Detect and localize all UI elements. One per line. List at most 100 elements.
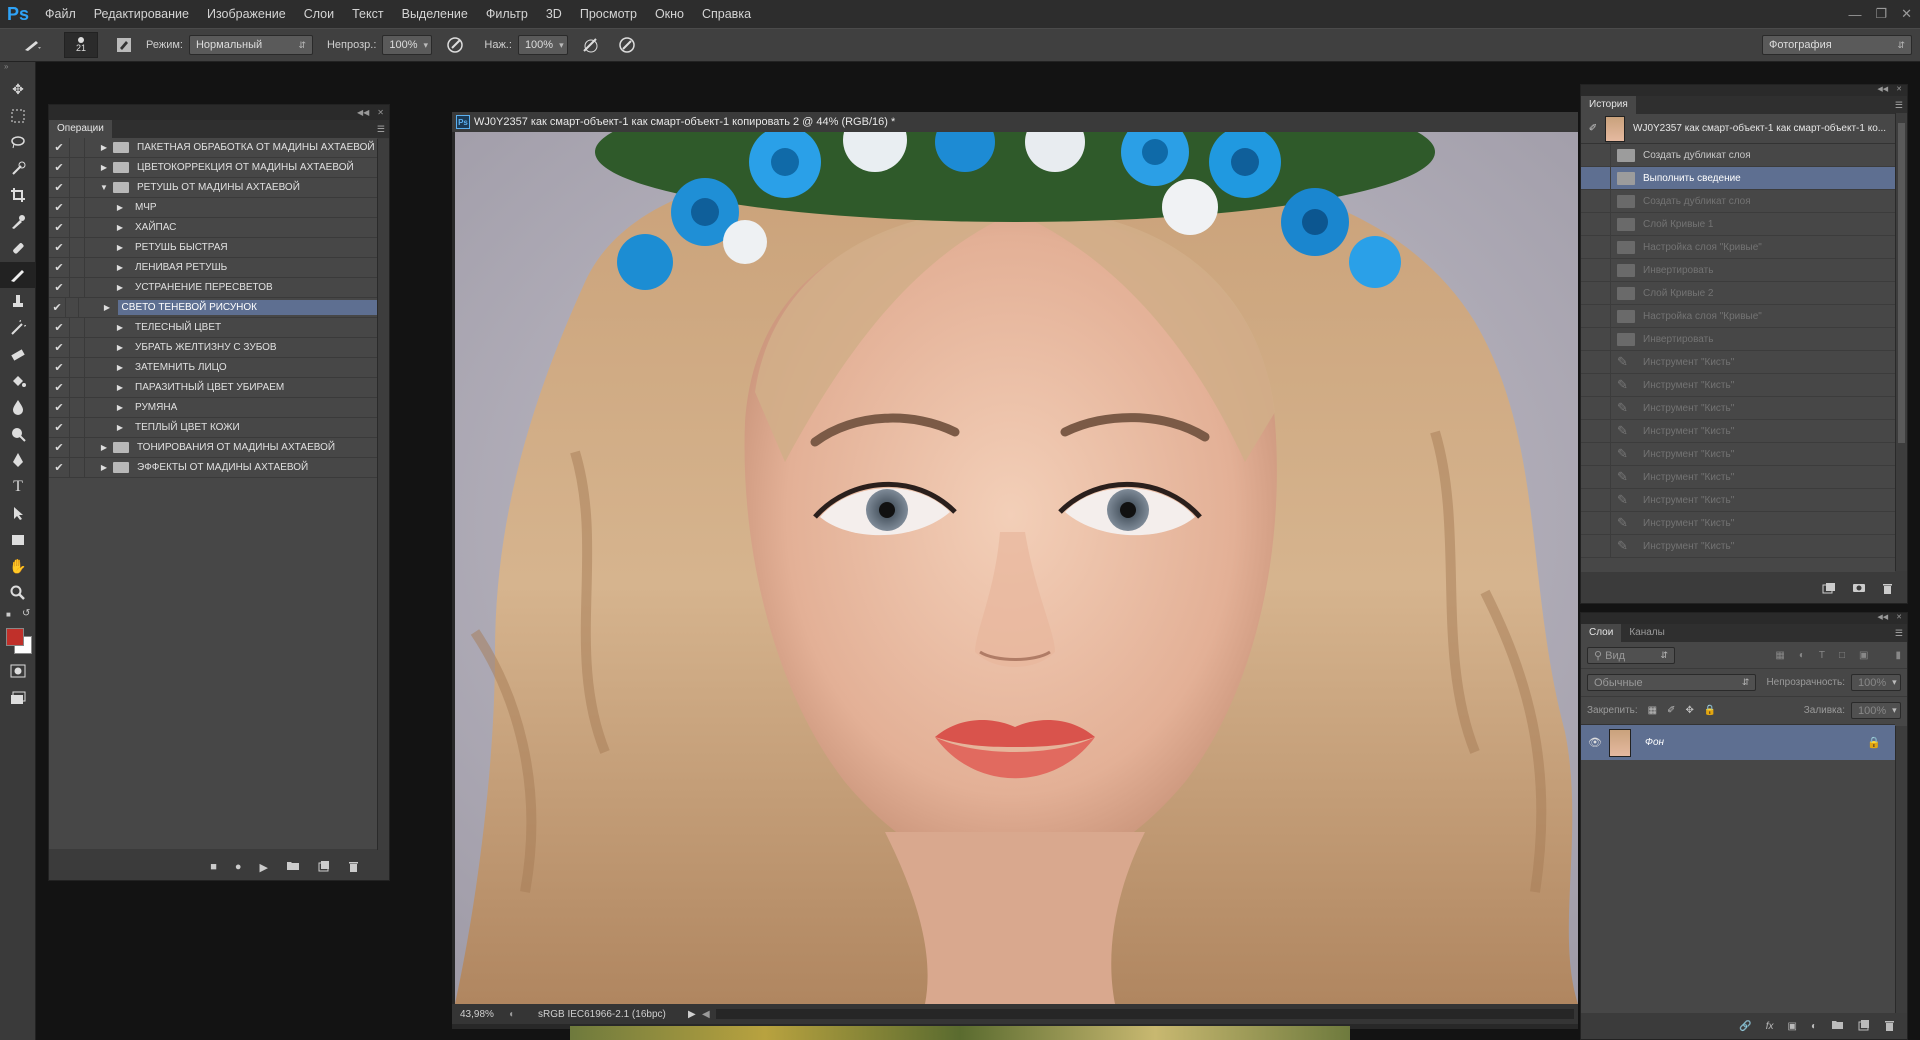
toggle-check-icon[interactable]: ✔ [49,181,69,194]
menu-item[interactable]: 3D [537,0,571,28]
collapsed-arrow-icon[interactable]: ▶ [113,383,127,392]
history-state-row[interactable]: Создать дубликат слоя [1581,189,1895,213]
menu-item[interactable]: Фильтр [477,0,537,28]
collapse-icon[interactable]: ◀◀ [1877,85,1888,96]
dialog-toggle[interactable] [69,357,85,378]
status-info-icon[interactable]: ◖ [508,1009,538,1020]
toggle-check-icon[interactable]: ✔ [49,221,69,234]
status-menu-arrow-icon[interactable]: ▶ [688,1009,702,1020]
panel-menu-icon[interactable]: ☰ [1891,628,1907,642]
history-source-toggle[interactable] [1581,304,1611,328]
toggle-check-icon[interactable]: ✔ [49,201,69,214]
flow-field[interactable]: 100% ▾ [517,35,568,55]
toggle-check-icon[interactable]: ✔ [49,421,69,434]
menu-item[interactable]: Редактирование [85,0,198,28]
toggle-check-icon[interactable]: ✔ [49,321,69,334]
camera-snapshot-icon[interactable] [1852,582,1866,596]
history-state-row[interactable]: ✎ Инструмент "Кисть" [1581,465,1895,489]
menu-item[interactable]: Просмотр [571,0,646,28]
history-source-toggle[interactable] [1581,212,1611,236]
link-layers-icon[interactable]: 🔗 [1739,1021,1751,1032]
canvas-image[interactable] [455,132,1578,1004]
filter-type-icon[interactable]: T [1819,650,1825,661]
dialog-toggle[interactable] [69,257,85,278]
action-set-row[interactable]: ✔ ▶ ЭФФЕКТЫ ОТ МАДИНЫ АХТАЕВОЙ [49,457,377,478]
zoom-tool-icon[interactable] [0,580,36,607]
dialog-toggle[interactable] [69,397,85,418]
history-source-toggle[interactable] [1581,189,1611,213]
rectangle-tool-icon[interactable] [0,527,36,554]
dialog-toggle[interactable] [69,337,85,358]
history-scrollbar[interactable] [1895,113,1907,571]
dialog-toggle[interactable] [69,217,85,238]
menu-item[interactable]: Текст [343,0,392,28]
history-state-row[interactable]: ✎ Инструмент "Кисть" [1581,511,1895,535]
action-set-row[interactable]: ✔ ▶ ПАКЕТНАЯ ОБРАБОТКА ОТ МАДИНЫ АХТАЕВОЙ [49,138,377,158]
toggle-check-icon[interactable]: ✔ [49,461,69,474]
action-row[interactable]: ✔ ▶ ТЕЛЕСНЫЙ ЦВЕТ [49,317,377,338]
history-source-toggle[interactable] [1581,396,1611,420]
history-state-row[interactable]: ✎ Инструмент "Кисть" [1581,373,1895,397]
menu-item[interactable]: Изображение [198,0,295,28]
history-source-toggle[interactable] [1581,350,1611,374]
action-row[interactable]: ✔ ▶ УСТРАНЕНИЕ ПЕРЕСВЕТОВ [49,277,377,298]
dialog-toggle[interactable] [69,138,85,158]
collapsed-arrow-icon[interactable]: ▶ [97,463,111,472]
panel-menu-icon[interactable]: ☰ [1891,100,1907,114]
stop-icon[interactable]: ■ [210,861,217,873]
history-source-toggle[interactable] [1581,488,1611,512]
move-tool-icon[interactable]: ✥ [0,76,36,103]
collapsed-arrow-icon[interactable]: ▶ [113,263,127,272]
workspace-select[interactable]: Фотография ⇵ [1762,35,1912,55]
dialog-toggle[interactable] [69,457,85,478]
menu-item[interactable]: Слои [295,0,343,28]
swap-colors-icon[interactable]: ↺ [22,608,30,619]
action-row[interactable]: ✔ ▶ РЕТУШЬ БЫСТРАЯ [49,237,377,258]
history-source-toggle[interactable] [1581,166,1611,190]
history-state-row[interactable]: ✎ Инструмент "Кисть" [1581,396,1895,420]
history-source-toggle[interactable] [1581,327,1611,351]
collapsed-arrow-icon[interactable]: ▶ [97,443,111,452]
action-row[interactable]: ✔ ▶ ТЕПЛЫЙ ЦВЕТ КОЖИ [49,417,377,438]
layers-scrollbar[interactable] [1895,726,1907,1013]
action-set-row[interactable]: ✔ ▶ ТОНИРОВАНИЯ ОТ МАДИНЫ АХТАЕВОЙ [49,437,377,458]
collapsed-arrow-icon[interactable]: ▶ [113,283,127,292]
lock-all-icon[interactable]: 🔒 [1704,705,1716,716]
pressure-opacity-icon[interactable] [442,36,468,54]
trash-icon[interactable] [348,860,359,875]
toggle-check-icon[interactable]: ✔ [49,261,69,274]
minimize-icon[interactable]: — [1848,7,1861,22]
history-state-row[interactable]: ✎ Инструмент "Кисть" [1581,534,1895,558]
history-state-row[interactable]: Инвертировать [1581,327,1895,351]
menu-item[interactable]: Окно [646,0,693,28]
history-source-toggle[interactable] [1581,373,1611,397]
menu-item[interactable]: Выделение [393,0,477,28]
action-set-row[interactable]: ✔ ▼ РЕТУШЬ ОТ МАДИНЫ АХТАЕВОЙ [49,177,377,198]
screen-mode-icon[interactable] [0,685,36,712]
healing-brush-tool-icon[interactable] [0,235,36,262]
brush-size-picker[interactable]: 21 [64,32,98,58]
history-state-row[interactable]: Создать дубликат слоя [1581,144,1895,167]
default-colors-icon[interactable]: ■ [6,610,11,619]
filter-toggle-icon[interactable]: ▮ [1895,650,1901,661]
history-source-toggle[interactable] [1581,465,1611,489]
brush-tool-icon[interactable] [0,261,36,288]
layer-opacity-field[interactable]: 100% ▾ [1851,674,1901,691]
menu-item[interactable]: Справка [693,0,760,28]
brush-tool-preset-icon[interactable] [18,38,48,52]
action-set-row[interactable]: ✔ ▶ ЦВЕТОКОРРЕКЦИЯ ОТ МАДИНЫ АХТАЕВОЙ [49,157,377,178]
dialog-toggle[interactable] [69,417,85,438]
toggle-check-icon[interactable]: ✔ [49,281,69,294]
crop-tool-icon[interactable] [0,182,36,209]
dialog-toggle[interactable] [65,297,79,318]
lasso-tool-icon[interactable] [0,129,36,156]
visibility-eye-icon[interactable]: 👁 [1581,736,1609,749]
history-snapshot[interactable]: ✐ WJ0Y2357 как смарт-объект-1 как смарт-… [1581,114,1895,144]
blur-tool-icon[interactable] [0,394,36,421]
tab-channels[interactable]: Каналы [1621,624,1673,642]
collapsed-arrow-icon[interactable]: ▶ [113,423,127,432]
quick-selection-tool-icon[interactable] [0,156,36,183]
path-selection-tool-icon[interactable] [0,500,36,527]
history-source-toggle[interactable] [1581,258,1611,282]
toggle-check-icon[interactable]: ✔ [49,161,69,174]
